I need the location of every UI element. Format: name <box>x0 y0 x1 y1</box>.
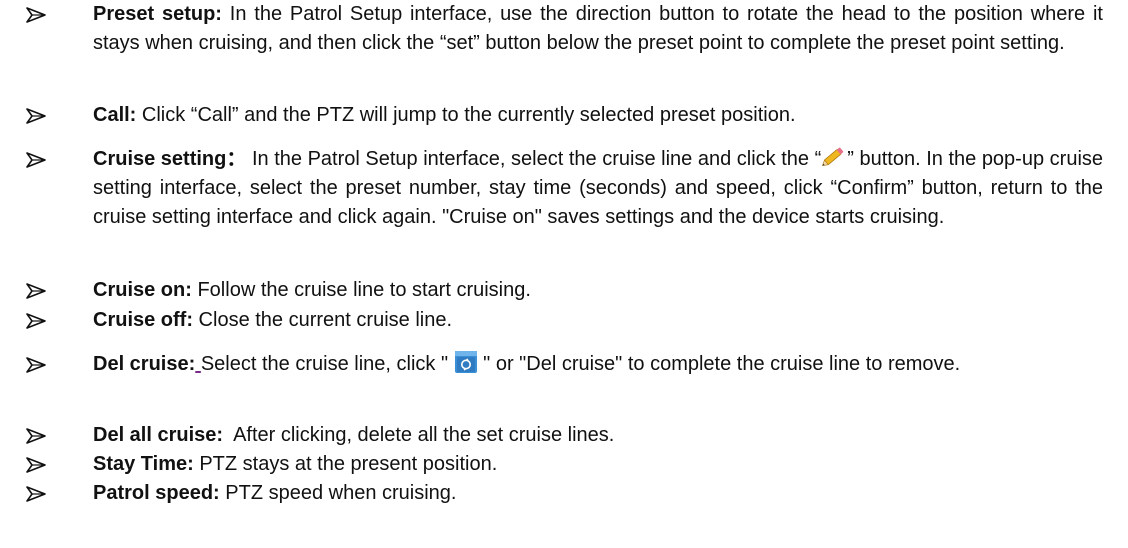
term-label: Call: <box>93 104 137 126</box>
trash-icon <box>454 350 478 374</box>
term-label: Preset setup: <box>93 3 222 25</box>
description: After clicking, delete all the set cruis… <box>223 424 615 446</box>
term-label: Patrol speed: <box>93 482 220 504</box>
description: Follow the cruise line to start cruising… <box>191 279 531 301</box>
description: PTZ speed when cruising. <box>219 482 457 504</box>
pencil-icon <box>821 145 847 167</box>
description: In the Patrol Setup interface, use the d… <box>93 3 1103 54</box>
arrow-bullet-icon <box>26 101 48 131</box>
description: Click “Call” and the PTZ will jump to th… <box>136 104 796 126</box>
arrow-bullet-icon <box>26 421 48 451</box>
arrow-bullet-icon <box>26 350 48 380</box>
term-label: Cruise on: <box>93 279 192 301</box>
arrow-bullet-icon <box>26 276 48 306</box>
description-before-icon: Select the cruise line, click " <box>200 353 454 375</box>
arrow-bullet-icon <box>26 479 48 509</box>
item-text: Cruise on: Follow the cruise line to sta… <box>93 276 1103 305</box>
term-label: Del cruise <box>93 353 189 375</box>
description-after-icon: " or "Del cruise" to complete the cruise… <box>477 353 961 375</box>
term-label: Del all cruise: <box>93 424 224 446</box>
term-label: Cruise setting： <box>93 148 247 170</box>
description-before-icon: In the Patrol Setup interface, select th… <box>246 148 822 170</box>
term-label: Cruise off: <box>93 309 193 331</box>
description: PTZ stays at the present position. <box>193 453 498 475</box>
item-text: Preset setup: In the Patrol Setup interf… <box>93 0 1103 58</box>
description: Close the current cruise line. <box>193 309 453 331</box>
item-text: Stay Time: PTZ stays at the present posi… <box>93 450 1103 479</box>
item-text: Del all cruise: After clicking, delete a… <box>93 421 1103 450</box>
item-text: Cruise setting： In the Patrol Setup inte… <box>93 145 1103 232</box>
item-text: Call: Click “Call” and the PTZ will jump… <box>93 101 1103 130</box>
arrow-bullet-icon <box>26 450 48 480</box>
arrow-bullet-icon <box>26 145 48 175</box>
item-text: Cruise off: Close the current cruise lin… <box>93 306 1103 335</box>
item-text: Patrol speed: PTZ speed when cruising. <box>93 479 1103 508</box>
item-text: Del cruise: Select the cruise line, clic… <box>93 350 1103 379</box>
document-page: Preset setup: In the Patrol Setup interf… <box>0 0 1128 548</box>
term-label: Stay Time: <box>93 453 194 475</box>
arrow-bullet-icon <box>26 0 48 30</box>
arrow-bullet-icon <box>26 306 48 336</box>
